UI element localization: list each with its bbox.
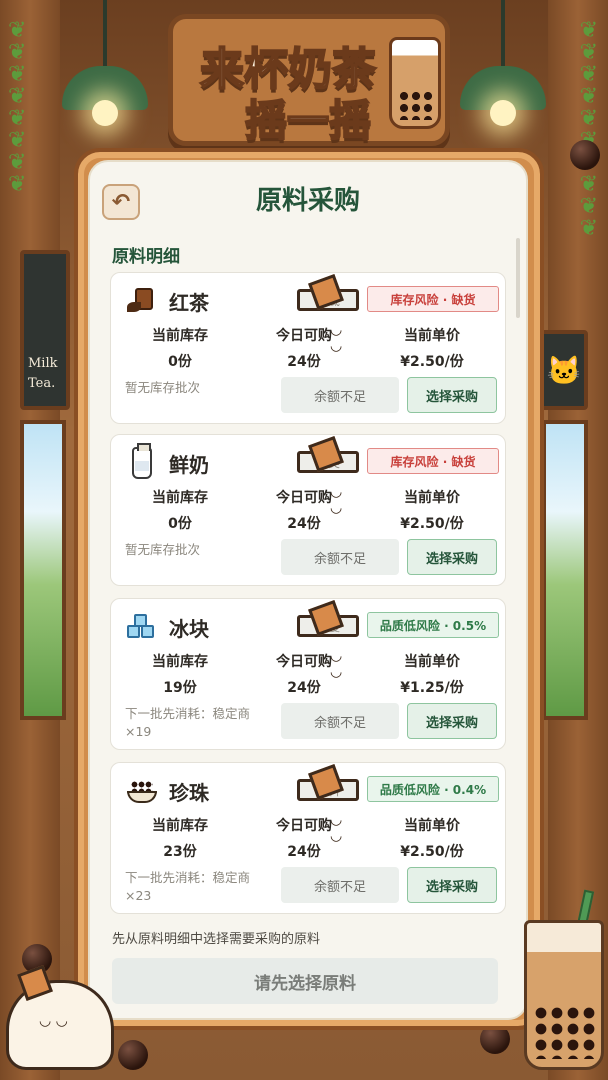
- select-purchase-button[interactable]: 选择采购: [407, 377, 497, 413]
- ingredient-name: 冰块: [169, 617, 209, 641]
- window-right: [542, 420, 588, 720]
- cat-face-icon: 🐱: [546, 353, 582, 387]
- black-tea-icon: [125, 285, 159, 317]
- stock-value: 0份: [168, 516, 192, 532]
- panel-header: ↶ 原料采购: [90, 162, 526, 236]
- price-label: 当前单价: [404, 654, 460, 670]
- stock-label: 当前库存: [152, 328, 208, 344]
- stock-label: 当前库存: [152, 490, 208, 506]
- lamp-left: [62, 0, 148, 130]
- ingredient-list[interactable]: 红茶 茶底 库存风险 · 缺货 当前库存 今日可购 当前单价 0份 24份 ¥2…: [110, 272, 506, 920]
- insufficient-balance-button[interactable]: 余额不足: [281, 377, 399, 413]
- stock-value: 19份: [163, 680, 197, 696]
- scrollbar[interactable]: [516, 238, 520, 318]
- category-tag: 小料: [297, 779, 359, 844]
- sleeping-cat-icon: [6, 980, 114, 1070]
- risk-badge: 品质低风险 · 0.5%: [367, 612, 499, 638]
- available-value: 24份: [287, 354, 321, 370]
- category-tag: 茶底: [297, 289, 359, 354]
- insufficient-balance-button[interactable]: 余额不足: [281, 539, 399, 575]
- vine-left-icon: ❦ ❦ ❦ ❦ ❦ ❦ ❦ ❦: [8, 18, 27, 197]
- price-value: ¥1.25/份: [400, 680, 464, 696]
- confirm-purchase-button[interactable]: 请先选择原料: [112, 958, 498, 1004]
- pearl-icon: [570, 140, 600, 170]
- bubble-tea-cup-icon: [524, 920, 604, 1070]
- ingredient-card-ice: 冰块 冰度 品质低风险 · 0.5% 当前库存 今日可购 当前单价 19份 24…: [110, 598, 506, 750]
- available-label: 今日可购: [276, 490, 332, 506]
- title-sign: 来杯奶茶 摇一摇: [168, 14, 450, 146]
- insufficient-balance-button[interactable]: 余额不足: [281, 867, 399, 903]
- stock-label: 当前库存: [152, 818, 208, 834]
- available-label: 今日可购: [276, 818, 332, 834]
- risk-badge: 库存风险 · 缺货: [367, 286, 499, 312]
- batch-note: 下一批先消耗：稳定商×19: [125, 706, 251, 739]
- category-tag: 冰度: [297, 615, 359, 680]
- ingredient-name: 红茶: [169, 291, 209, 315]
- available-value: 24份: [287, 516, 321, 532]
- stock-label: 当前库存: [152, 654, 208, 670]
- available-value: 24份: [287, 680, 321, 696]
- section-title: 原料明细: [112, 247, 180, 267]
- batch-note: 暂无库存批次: [125, 542, 201, 557]
- ice-cubes-icon: [125, 611, 159, 643]
- select-purchase-button[interactable]: 选择采购: [407, 703, 497, 739]
- page-title: 原料采购: [255, 186, 360, 216]
- price-value: ¥2.50/份: [400, 516, 464, 532]
- available-value: 24份: [287, 844, 321, 860]
- ingredient-name: 鲜奶: [169, 453, 209, 477]
- category-tag: 奶类: [297, 451, 359, 516]
- batch-note: 暂无库存批次: [125, 380, 201, 395]
- ingredient-card-pearl: 珍珠 小料 品质低风险 · 0.4% 当前库存 今日可购 当前单价 23份 24…: [110, 762, 506, 914]
- bubble-tea-cup-icon: [389, 37, 441, 129]
- ingredient-name: 珍珠: [169, 781, 209, 805]
- stock-value: 0份: [168, 354, 192, 370]
- price-value: ¥2.50/份: [400, 354, 464, 370]
- available-label: 今日可购: [276, 654, 332, 670]
- purchase-panel: ↶ 原料采购 原料明细 红茶 茶底 库存风险 · 缺货 当前库存 今日可购 当前…: [88, 160, 528, 1020]
- chalkboard-line2: Tea.: [28, 376, 56, 391]
- vine-right-icon: ❦❦❦❦❦❦❦❦❦❦: [579, 18, 598, 241]
- available-label: 今日可购: [276, 328, 332, 344]
- risk-badge: 品质低风险 · 0.4%: [367, 776, 499, 802]
- insufficient-balance-button[interactable]: 余额不足: [281, 703, 399, 739]
- select-purchase-button[interactable]: 选择采购: [407, 867, 497, 903]
- lamp-right: [460, 0, 546, 130]
- pearl-icon: [118, 1040, 148, 1070]
- chalkboard-line1: Milk: [28, 356, 58, 371]
- cat-chalkboard: 🐱: [540, 330, 588, 410]
- pearl-bowl-icon: [125, 775, 159, 807]
- milk-bottle-icon: [125, 443, 159, 479]
- price-value: ¥2.50/份: [400, 844, 464, 860]
- ingredient-card-milk: 鲜奶 奶类 库存风险 · 缺货 当前库存 今日可购 当前单价 0份 24份 ¥2…: [110, 434, 506, 586]
- stock-value: 23份: [163, 844, 197, 860]
- select-purchase-button[interactable]: 选择采购: [407, 539, 497, 575]
- risk-badge: 库存风险 · 缺货: [367, 448, 499, 474]
- price-label: 当前单价: [404, 490, 460, 506]
- price-label: 当前单价: [404, 818, 460, 834]
- selection-hint: 先从原料明细中选择需要采购的原料: [112, 932, 321, 947]
- chalkboard-sign: Milk Tea.: [20, 250, 70, 410]
- window-left: [20, 420, 66, 720]
- batch-note: 下一批先消耗：稳定商×23: [125, 870, 251, 903]
- price-label: 当前单价: [404, 328, 460, 344]
- ingredient-card-black-tea: 红茶 茶底 库存风险 · 缺货 当前库存 今日可购 当前单价 0份 24份 ¥2…: [110, 272, 506, 424]
